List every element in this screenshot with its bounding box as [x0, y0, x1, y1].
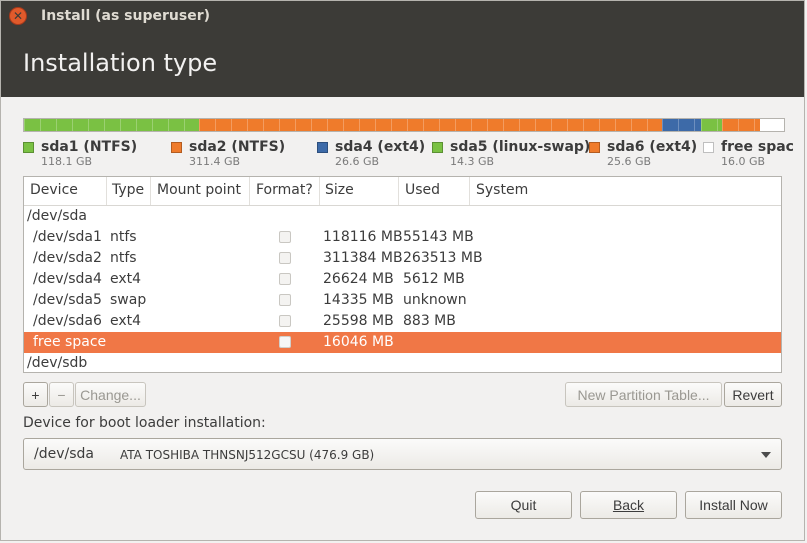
format-checkbox[interactable] — [279, 294, 291, 306]
partition-bar — [23, 118, 785, 132]
page-header: Installation type — [1, 33, 804, 97]
bootloader-device-description: ATA TOSHIBA THNSNJ512GCSU (476.9 GB) — [120, 448, 375, 462]
cell-type: ext4 — [110, 313, 142, 329]
col-system[interactable]: System — [476, 182, 528, 198]
col-device[interactable]: Device — [30, 182, 78, 198]
legend-name: free spac — [721, 139, 794, 155]
legend-size: 118.1 GB — [41, 155, 93, 168]
legend-swatch — [432, 142, 443, 153]
legend-size: 16.0 GB — [721, 155, 766, 168]
chevron-down-icon — [761, 452, 771, 458]
cell-size: 14335 MB — [323, 292, 394, 308]
cell-used: 883 MB — [403, 313, 456, 329]
legend-name: sda4 (ext4) — [335, 139, 426, 155]
cell-device: /dev/sda2 — [33, 250, 102, 266]
table-row[interactable]: /dev/sda4 ext4 26624 MB 5612 MB — [24, 269, 781, 290]
cell-used: 5612 MB — [403, 271, 465, 287]
legend-size: 26.6 GB — [335, 155, 380, 168]
cell-type: swap — [110, 292, 147, 308]
bootloader-device-select[interactable]: /dev/sda ATA TOSHIBA THNSNJ512GCSU (476.… — [23, 438, 782, 470]
cell-size: 25598 MB — [323, 313, 394, 329]
cell-type: ntfs — [110, 229, 137, 245]
bootloader-device: /dev/sda — [34, 446, 94, 462]
partition-bar-segment-free — [760, 119, 784, 131]
format-checkbox[interactable] — [279, 252, 291, 264]
add-partition-button[interactable]: + — [23, 382, 48, 407]
window-title: Install (as superuser) — [41, 8, 210, 24]
partition-bar-segment-sda6 — [722, 119, 761, 131]
legend-size: 14.3 GB — [450, 155, 495, 168]
legend-name: sda2 (NTFS) — [189, 139, 286, 155]
revert-button[interactable]: Revert — [724, 382, 782, 407]
partition-bar-segment-sda5 — [701, 119, 723, 131]
legend-size: 25.6 GB — [607, 155, 652, 168]
format-checkbox[interactable] — [279, 336, 291, 348]
col-used[interactable]: Used — [405, 182, 440, 198]
cell-size: 118116 MB — [323, 229, 403, 245]
cell-size: 26624 MB — [323, 271, 394, 287]
cell-device: /dev/sda4 — [33, 271, 102, 287]
cell-used: unknown — [403, 292, 467, 308]
table-row[interactable]: /dev/sda2 ntfs 311384 MB 263513 MB — [24, 248, 781, 269]
col-format[interactable]: Format? — [256, 182, 313, 198]
partition-bar-segment-sda1 — [24, 119, 200, 131]
format-checkbox[interactable] — [279, 315, 291, 327]
cell-device: free space — [33, 334, 107, 350]
table-row[interactable]: /dev/sda5 swap 14335 MB unknown — [24, 290, 781, 311]
partition-table[interactable]: Device Type Mount point Format? Size Use… — [23, 176, 782, 373]
legend-size: 311.4 GB — [189, 155, 241, 168]
cell-type: ext4 — [110, 271, 142, 287]
legend-name: sda5 (linux-swap) — [450, 139, 591, 155]
cell-size: 311384 MB — [323, 250, 403, 266]
partition-legend: sda1 (NTFS) 118.1 GB sda2 (NTFS) 311.4 GB sd… — [1, 139, 807, 169]
partition-bar-segment-sda2 — [199, 119, 662, 131]
col-type[interactable]: Type — [112, 182, 144, 198]
legend-swatch — [703, 142, 714, 153]
legend-swatch — [317, 142, 328, 153]
cell-device: /dev/sda — [27, 208, 87, 224]
table-row[interactable]: free space 16046 MB — [24, 332, 781, 353]
legend-swatch — [589, 142, 600, 153]
cell-device: /dev/sda6 — [33, 313, 102, 329]
install-now-button[interactable]: Install Now — [685, 491, 782, 519]
cell-type: ntfs — [110, 250, 137, 266]
legend-name: sda6 (ext4) — [607, 139, 698, 155]
legend-swatch — [171, 142, 182, 153]
back-button[interactable]: Back — [580, 491, 677, 519]
partition-bar-segment-sda4 — [661, 119, 702, 131]
col-size[interactable]: Size — [325, 182, 354, 198]
col-mount-point[interactable]: Mount point — [157, 182, 241, 198]
quit-button[interactable]: Quit — [475, 491, 572, 519]
format-checkbox[interactable] — [279, 273, 291, 285]
remove-partition-button[interactable]: − — [49, 382, 74, 407]
cell-used: 55143 MB — [403, 229, 474, 245]
cell-device: /dev/sda1 — [33, 229, 102, 245]
legend-swatch — [23, 142, 34, 153]
cell-device: /dev/sda5 — [33, 292, 102, 308]
table-header: Device Type Mount point Format? Size Use… — [24, 177, 781, 206]
format-checkbox[interactable] — [279, 231, 291, 243]
back-button-label: Back — [612, 497, 645, 513]
installer-window: ✕ Install (as superuser) Installation ty… — [0, 0, 805, 541]
page-title: Installation type — [23, 49, 218, 77]
close-icon[interactable]: ✕ — [9, 7, 27, 25]
table-row-disk[interactable]: /dev/sdb — [24, 353, 781, 372]
new-partition-table-button[interactable]: New Partition Table... — [565, 382, 722, 407]
bootloader-label: Device for boot loader installation: — [23, 415, 266, 431]
table-row-disk[interactable]: /dev/sda — [24, 206, 781, 227]
table-row[interactable]: /dev/sda6 ext4 25598 MB 883 MB — [24, 311, 781, 332]
cell-used: 263513 MB — [403, 250, 483, 266]
table-row[interactable]: /dev/sda1 ntfs 118116 MB 55143 MB — [24, 227, 781, 248]
title-bar: ✕ Install (as superuser) — [1, 1, 804, 33]
cell-size: 16046 MB — [323, 334, 394, 350]
change-partition-button[interactable]: Change... — [75, 382, 146, 407]
cell-device: /dev/sdb — [27, 355, 88, 371]
legend-name: sda1 (NTFS) — [41, 139, 138, 155]
